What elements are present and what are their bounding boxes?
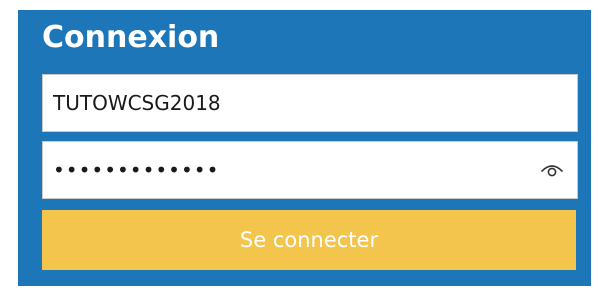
username-field[interactable] [42, 74, 578, 132]
username-input[interactable] [43, 75, 577, 131]
login-panel: Connexion Se connecter [18, 10, 591, 286]
login-button[interactable]: Se connecter [42, 210, 576, 270]
eye-icon[interactable] [539, 157, 565, 183]
login-title: Connexion [42, 20, 220, 55]
password-input[interactable] [43, 142, 577, 198]
password-field[interactable] [42, 141, 578, 199]
